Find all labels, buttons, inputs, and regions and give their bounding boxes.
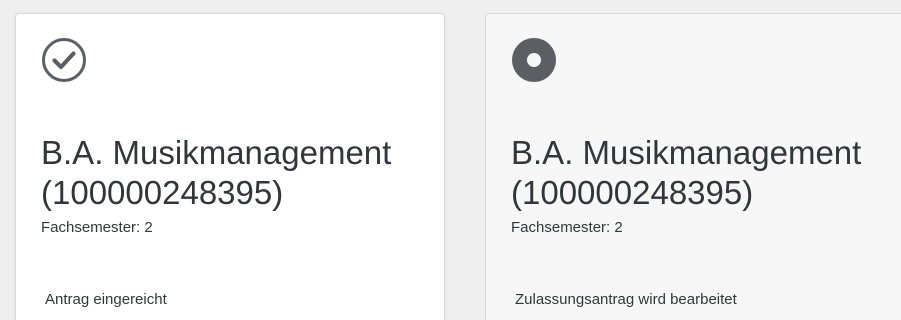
program-id: (100000248395) <box>511 174 754 211</box>
status-text: Zulassungsantrag wird bearbeitet <box>515 291 737 308</box>
card-title: B.A. Musikmanagement (100000248395) <box>511 133 901 213</box>
in-progress-circle-icon <box>512 38 556 82</box>
application-card-in-progress[interactable]: B.A. Musikmanagement (100000248395) Fach… <box>485 13 901 320</box>
status-text: Antrag eingereicht <box>45 291 167 308</box>
check-circle-icon <box>42 38 86 82</box>
application-card-submitted[interactable]: B.A. Musikmanagement (100000248395) Fach… <box>15 13 445 320</box>
program-name: B.A. Musikmanagement <box>41 134 392 171</box>
semester-label: Fachsemester: 2 <box>511 219 623 236</box>
program-id: (100000248395) <box>41 174 284 211</box>
semester-label: Fachsemester: 2 <box>41 219 153 236</box>
application-cards-area: B.A. Musikmanagement (100000248395) Fach… <box>0 0 901 320</box>
card-title: B.A. Musikmanagement (100000248395) <box>41 133 441 213</box>
program-name: B.A. Musikmanagement <box>511 134 862 171</box>
